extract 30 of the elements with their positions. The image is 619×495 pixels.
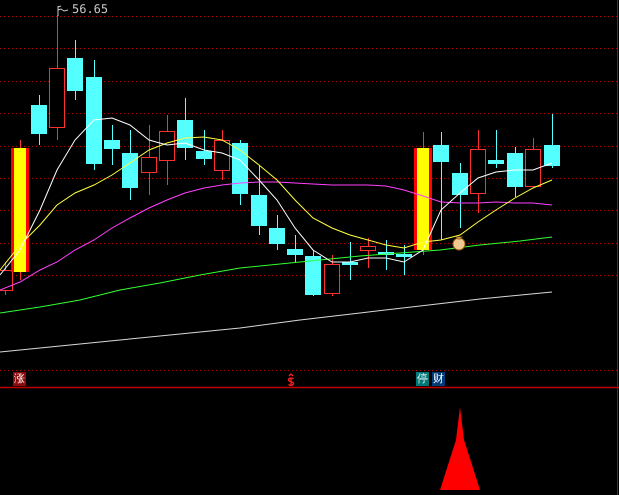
candlestick: [378, 240, 394, 270]
candlestick: [452, 162, 468, 228]
candlestick: [251, 164, 267, 236]
candlestick: [287, 234, 303, 262]
signal-badge: 涨: [13, 372, 26, 386]
candlestick: [269, 214, 285, 250]
candlestick: [232, 140, 248, 206]
candlestick: [305, 250, 321, 296]
candlestick: [396, 244, 412, 276]
candlestick: [525, 138, 541, 187]
candlestick: [104, 124, 120, 166]
candlestick: [67, 40, 83, 100]
candlestick: [360, 238, 376, 268]
candlestick: [324, 254, 340, 296]
high-price-label: 56.65: [72, 2, 108, 16]
signal-badge: 停: [416, 372, 429, 386]
candlestick: [507, 146, 523, 198]
candlestick: [141, 124, 157, 196]
candlestick: [159, 114, 175, 186]
money-bag-icon: [452, 236, 466, 250]
peak-marker-icon: [58, 6, 68, 16]
candlestick: [122, 130, 138, 200]
candlestick: [342, 242, 358, 280]
candlestick: [544, 114, 560, 168]
candlestick: [31, 94, 47, 146]
candlestick: [488, 130, 504, 168]
candlestick: [177, 98, 193, 160]
signal-badge: 财: [432, 372, 445, 386]
candlestick: [214, 130, 230, 180]
candlestick: [196, 130, 212, 166]
